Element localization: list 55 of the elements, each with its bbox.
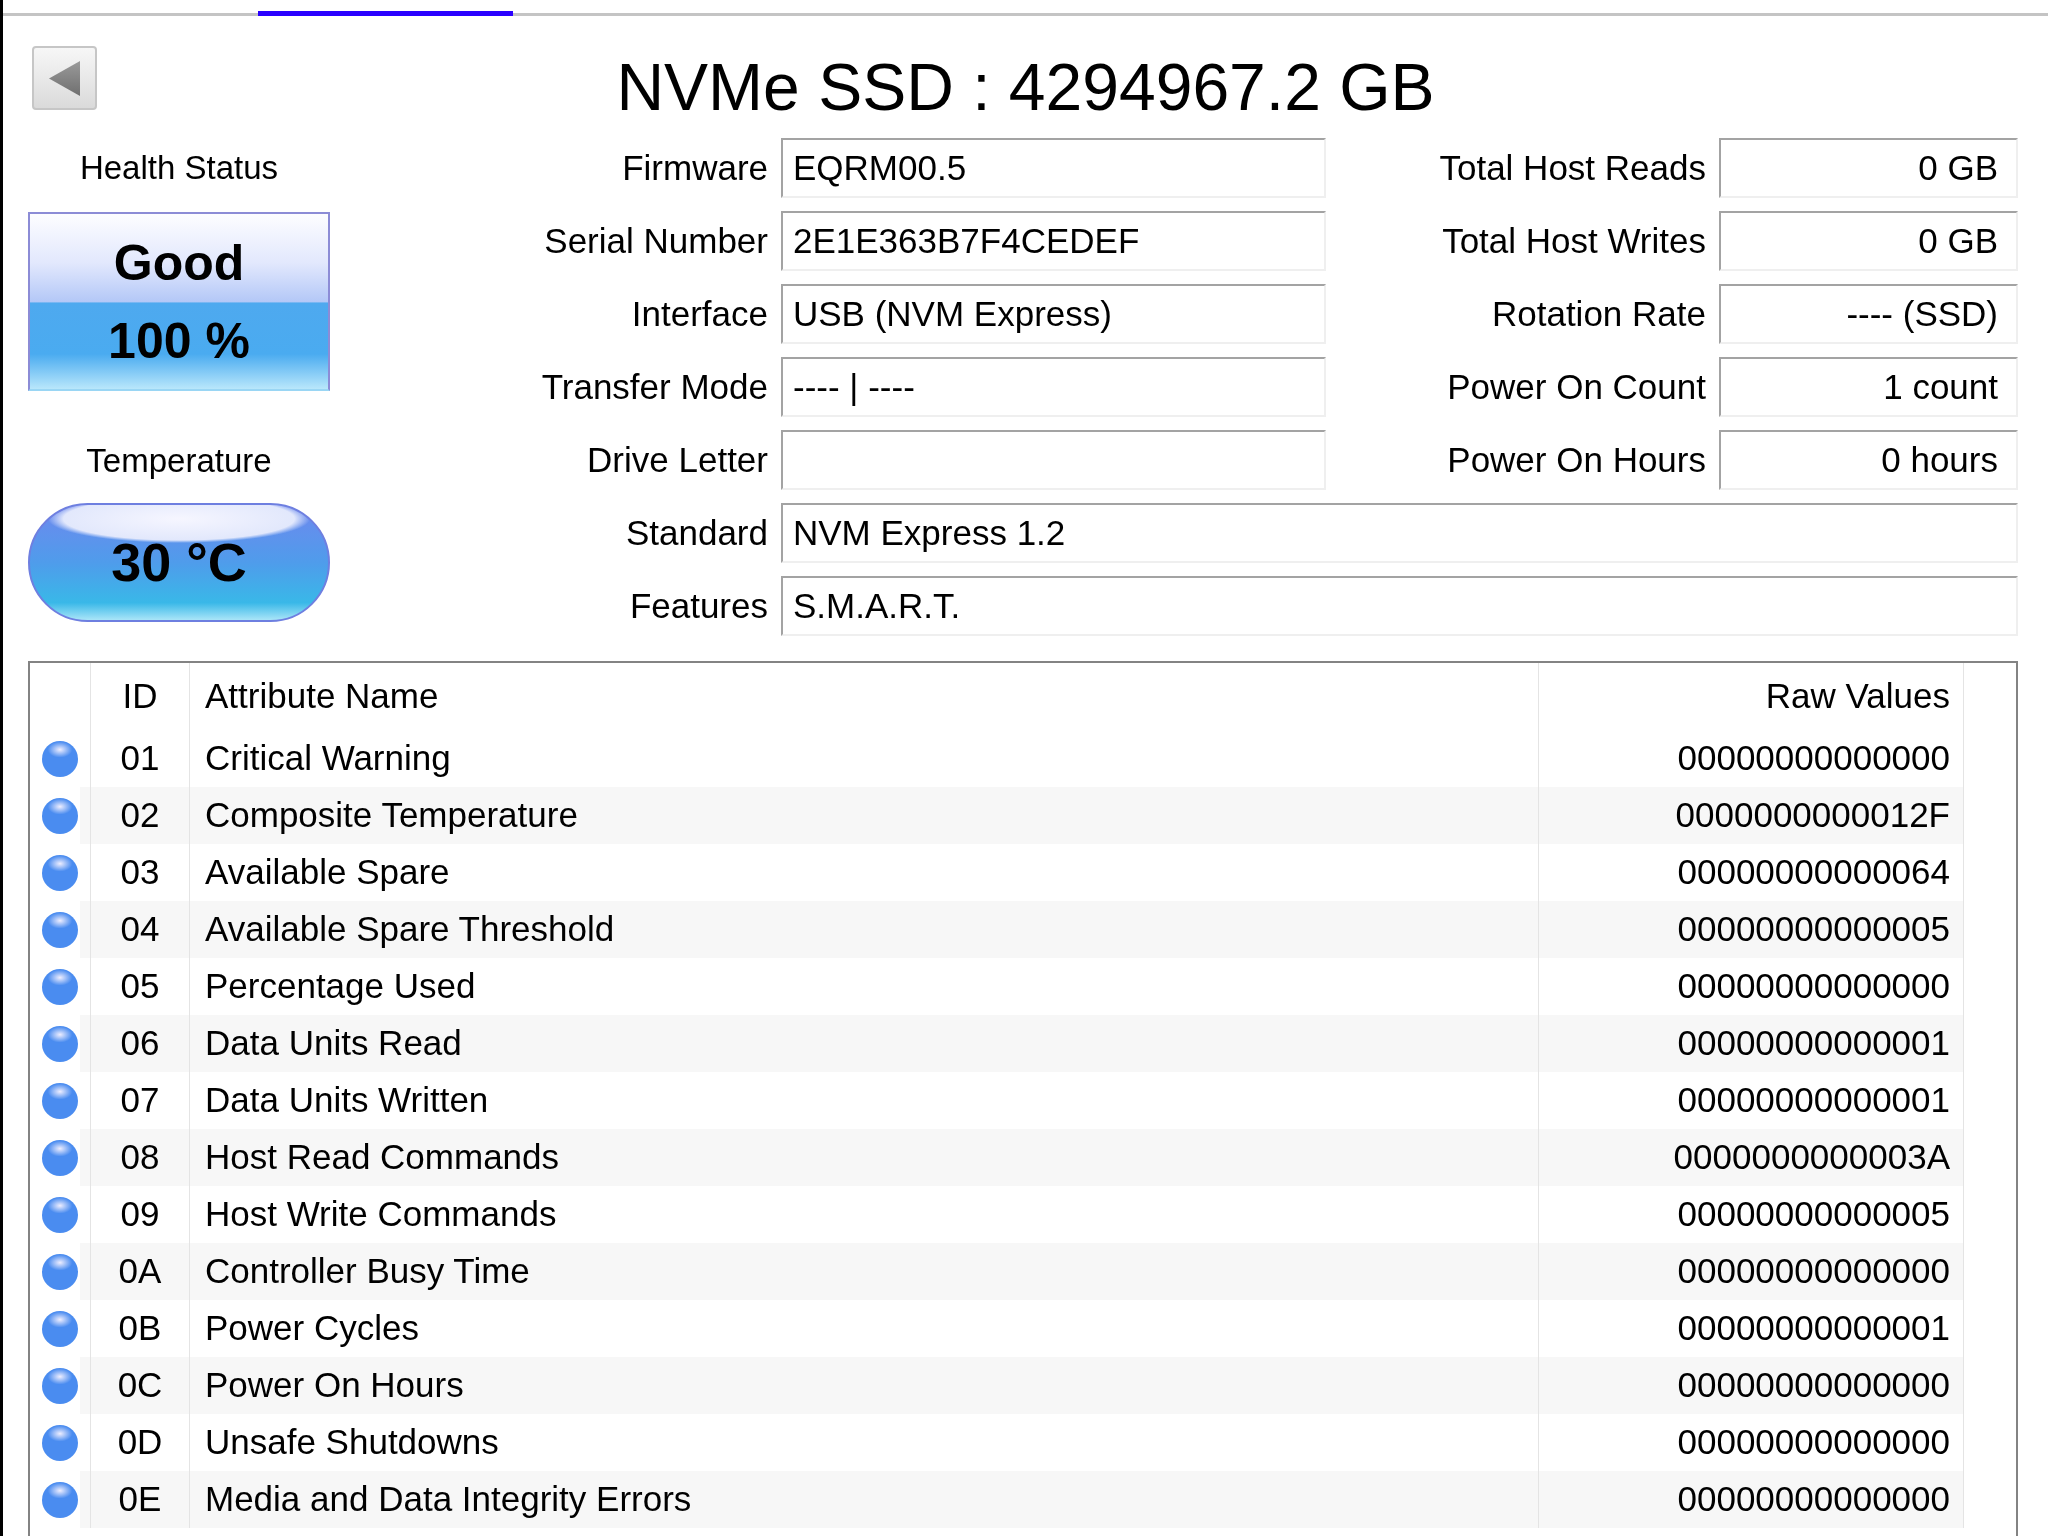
table-cell: Host Read Commands (189, 1129, 1538, 1186)
value-field: ---- | ---- (781, 357, 1326, 417)
table-cell: 0000000000003A (1538, 1129, 1963, 1186)
value-field: ---- (SSD) (1719, 284, 2018, 344)
table-cell: 0A (90, 1243, 189, 1300)
value-field: USB (NVM Express) (781, 284, 1326, 344)
field-label: Power On Hours (1446, 438, 1707, 481)
temperature-label: Temperature (86, 441, 272, 482)
table-cell: Data Units Read (189, 1015, 1538, 1072)
table-cell: 0000000000012F (1538, 787, 1963, 844)
field-label: Firmware (621, 146, 769, 189)
back-button[interactable] (32, 46, 97, 110)
table-cell: Available Spare Threshold (189, 901, 1538, 958)
table-cell: 06 (90, 1015, 189, 1072)
table-cell: 00000000000005 (1538, 901, 1963, 958)
value-field: NVM Express 1.2 (781, 503, 2018, 563)
health-status-text: Good (113, 233, 245, 293)
table-cell: 0E (90, 1471, 189, 1528)
value-field: 0 GB (1719, 211, 2018, 271)
table-cell: Power On Hours (189, 1357, 1538, 1414)
field-label: Standard (624, 511, 769, 554)
field-label: Transfer Mode (540, 365, 769, 408)
field-label: Total Host Reads (1438, 146, 1707, 189)
value-field: 2E1E363B7F4CEDEF (781, 211, 1326, 271)
value-field: 0 hours (1719, 430, 2018, 490)
table-cell: 00000000000000 (1538, 1357, 1963, 1414)
value-field: S.M.A.R.T. (781, 576, 2018, 636)
table-cell: Controller Busy Time (189, 1243, 1538, 1300)
drive-title: NVMe SSD : 4294967.2 GB (616, 54, 1435, 120)
table-cell: 02 (90, 787, 189, 844)
value-field: 1 count (1719, 357, 2018, 417)
table-cell: 00000000000000 (1538, 1471, 1963, 1528)
table-cell: Composite Temperature (189, 787, 1538, 844)
health-status-label: Health Status (79, 148, 279, 189)
field-label: Features (628, 584, 769, 627)
field-label: Total Host Writes (1441, 219, 1707, 262)
field-label: Drive Letter (586, 438, 769, 481)
column-header[interactable]: Raw Values (1538, 663, 1963, 730)
table-cell: Media and Data Integrity Errors (189, 1471, 1538, 1528)
health-percent-text: 100 % (108, 311, 250, 371)
temperature-badge: 30 °C (28, 503, 330, 622)
table-cell: 0C (90, 1357, 189, 1414)
table-cell: 00000000000001 (1538, 1015, 1963, 1072)
column-header[interactable]: ID (90, 663, 189, 730)
value-field: EQRM00.5 (781, 138, 1326, 198)
table-cell: 00000000000000 (1538, 1243, 1963, 1300)
field-label: Power On Count (1446, 365, 1707, 408)
left-triangle-icon (49, 60, 80, 96)
field-label: Serial Number (543, 219, 769, 262)
column-header[interactable]: Attribute Name (189, 663, 1538, 730)
value-field: 0 GB (1719, 138, 2018, 198)
table-cell: 08 (90, 1129, 189, 1186)
table-cell: 04 (90, 901, 189, 958)
field-label: Interface (630, 292, 769, 335)
field-label: Rotation Rate (1490, 292, 1707, 335)
